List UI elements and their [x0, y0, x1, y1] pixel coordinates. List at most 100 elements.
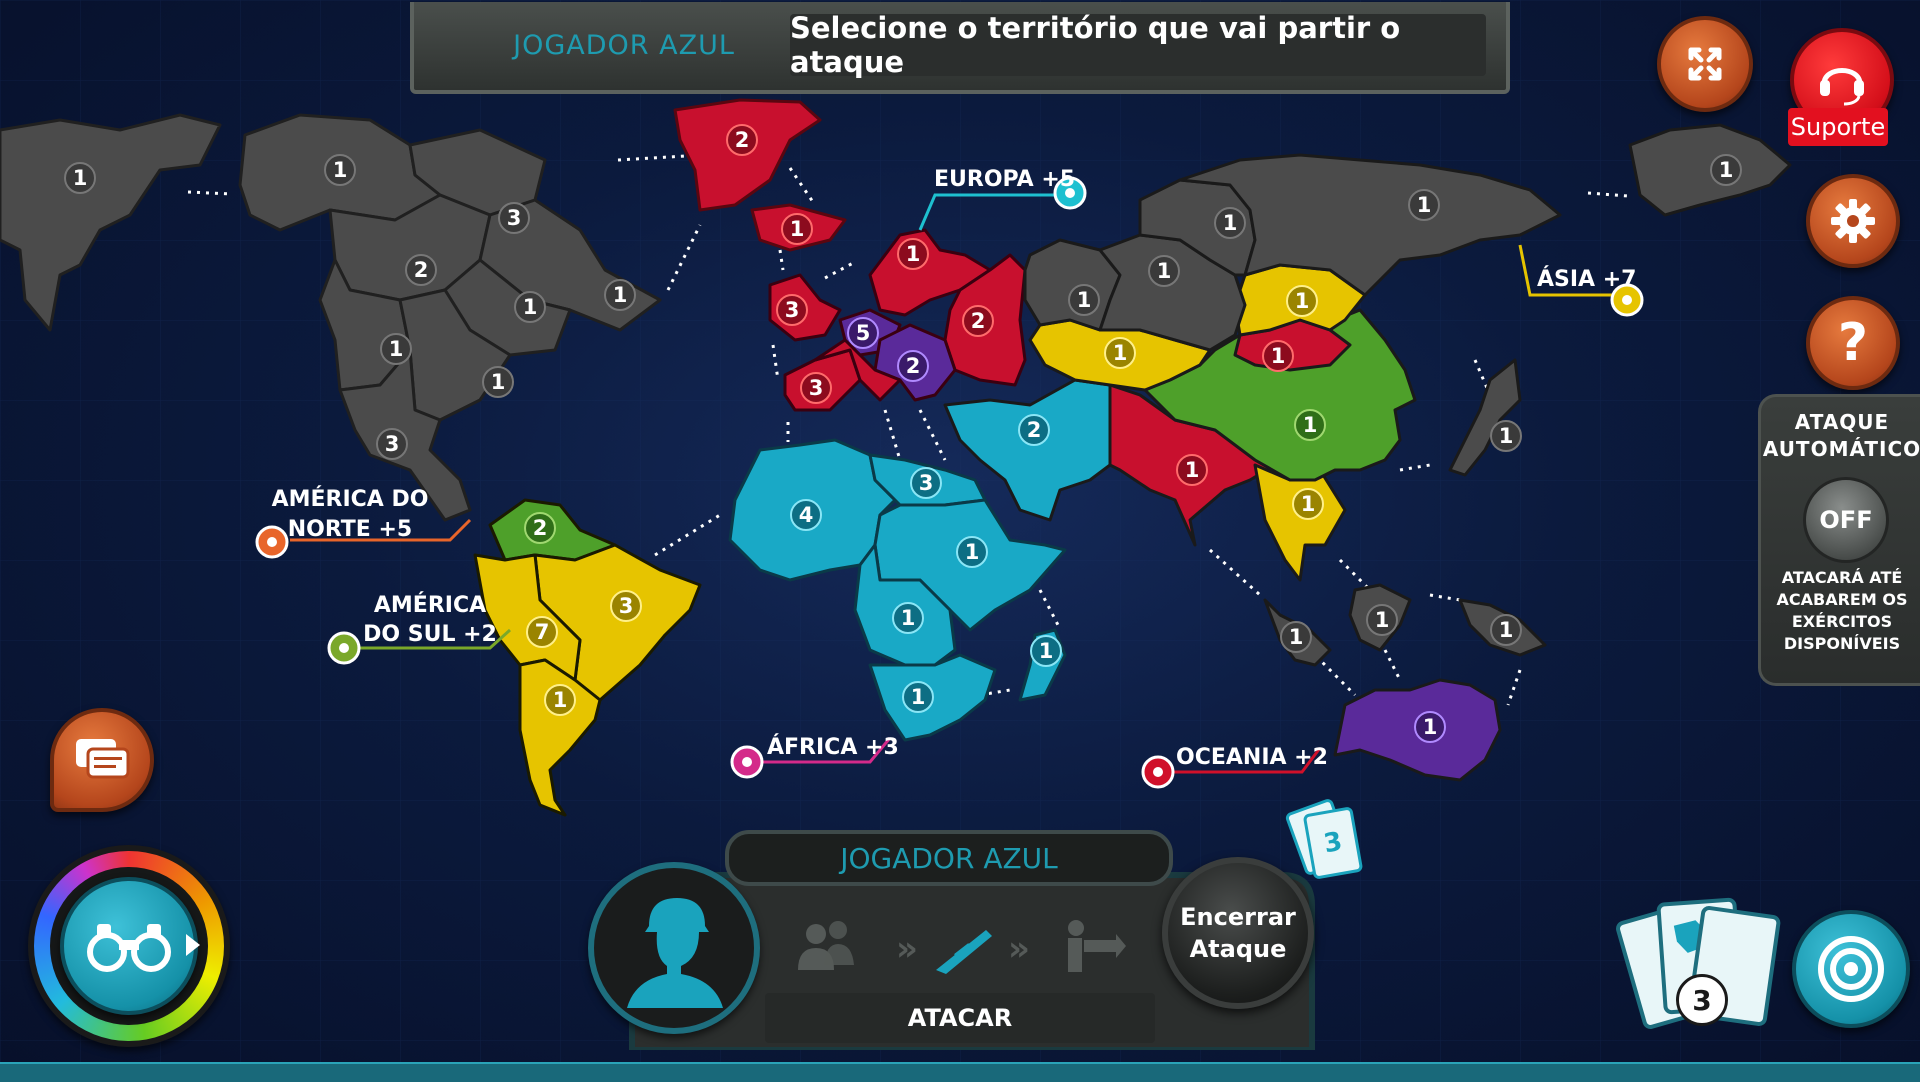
end-attack-button[interactable]: Encerrar Ataque: [1162, 857, 1314, 1009]
fullscreen-icon: [1688, 47, 1722, 81]
army-ontario[interactable]: 2: [405, 254, 437, 286]
army-argentina[interactable]: 1: [544, 684, 576, 716]
army-greenland[interactable]: 2: [726, 124, 758, 156]
army-portugal[interactable]: 3: [800, 372, 832, 404]
svg-text:1: 1: [73, 166, 88, 190]
army-uk[interactable]: 3: [776, 294, 808, 326]
svg-text:2: 2: [735, 128, 750, 152]
question-icon: ?: [1837, 313, 1869, 373]
svg-text:1: 1: [1719, 158, 1734, 182]
svg-text:2: 2: [533, 516, 548, 540]
label-oceania: OCEANIA +2: [1176, 745, 1328, 770]
bottom-status-strip: [0, 1062, 1920, 1082]
svg-text:1: 1: [1113, 341, 1128, 365]
army-quebec[interactable]: 1: [514, 291, 546, 323]
label-europe: EUROPA +5: [934, 167, 1075, 192]
army-peru[interactable]: 7: [526, 616, 558, 648]
svg-text:7: 7: [535, 620, 550, 644]
army-new-guinea[interactable]: 1: [1490, 614, 1522, 646]
svg-text:3: 3: [919, 471, 934, 495]
svg-text:1: 1: [1499, 424, 1514, 448]
label-north-america-1: AMÉRICA DO: [272, 486, 429, 512]
view-selector-inner: [50, 867, 208, 1025]
army-vancouver[interactable]: 1: [380, 333, 412, 365]
army-new-york[interactable]: 1: [482, 366, 514, 398]
cards-count-badge: 3: [1676, 974, 1728, 1026]
auto-attack-toggle[interactable]: OFF: [1803, 477, 1889, 563]
army-middle-east[interactable]: 2: [1018, 414, 1050, 446]
help-button[interactable]: ?: [1806, 296, 1900, 390]
army-sudan[interactable]: 1: [956, 536, 988, 568]
auto-attack-description: ATACARÁ ATÉ ACABAREM OS EXÉRCITOS DISPON…: [1769, 567, 1915, 655]
auto-attack-title-1: ATAQUE: [1794, 410, 1890, 434]
svg-text:1: 1: [1417, 193, 1432, 217]
svg-text:1: 1: [1423, 715, 1438, 739]
army-brazil[interactable]: 3: [610, 590, 642, 622]
view-arrow-icon: [186, 934, 200, 956]
svg-text:1: 1: [491, 370, 506, 394]
army-orient-middle[interactable]: 1: [1104, 337, 1136, 369]
army-sumatra[interactable]: 1: [1280, 621, 1312, 653]
svg-text:3: 3: [619, 594, 634, 618]
army-nw-territory[interactable]: 1: [324, 154, 356, 186]
phase-arrow-icon: »: [896, 929, 918, 969]
army-china[interactable]: 1: [1294, 409, 1326, 441]
army-moscow[interactable]: 2: [962, 305, 994, 337]
end-attack-label-1: Encerrar: [1180, 903, 1296, 931]
support-label[interactable]: Suporte: [1788, 108, 1888, 146]
army-siberia[interactable]: 1: [1408, 189, 1440, 221]
army-borneo[interactable]: 1: [1366, 604, 1398, 636]
auto-attack-desc-4: DISPONÍVEIS: [1783, 634, 1901, 653]
army-venezuela[interactable]: 2: [524, 512, 556, 544]
army-vietnam[interactable]: 1: [1292, 488, 1324, 520]
army-scandinavia[interactable]: 1: [897, 238, 929, 270]
svg-text:1: 1: [1301, 492, 1316, 516]
svg-text:1: 1: [553, 688, 568, 712]
svg-text:1: 1: [1375, 608, 1390, 632]
cards-button[interactable]: 3: [1614, 892, 1782, 1031]
svg-text:1: 1: [1077, 288, 1092, 312]
army-dudinka[interactable]: 1: [1214, 207, 1246, 239]
army-tchita[interactable]: 1: [1286, 285, 1318, 317]
label-north-america-2: NORTE +5: [288, 517, 413, 542]
army-aral[interactable]: 1: [1068, 284, 1100, 316]
objective-button[interactable]: [1792, 910, 1910, 1028]
binoculars-button[interactable]: [60, 877, 198, 1015]
phase-label: ATACAR: [765, 993, 1155, 1043]
army-south-africa[interactable]: 1: [902, 681, 934, 713]
army-madagascar[interactable]: 1: [1030, 635, 1062, 667]
svg-text:3: 3: [385, 432, 400, 456]
army-australia[interactable]: 1: [1414, 711, 1446, 743]
army-congo[interactable]: 1: [892, 602, 924, 634]
army-alaska[interactable]: 1: [64, 162, 96, 194]
svg-text:1: 1: [1157, 259, 1172, 283]
army-algeria[interactable]: 4: [790, 499, 822, 531]
army-california[interactable]: 3: [376, 428, 408, 460]
pending-cards-count: 3: [1302, 806, 1364, 880]
settings-button[interactable]: [1806, 174, 1900, 268]
svg-text:1: 1: [906, 242, 921, 266]
army-japan[interactable]: 1: [1490, 420, 1522, 452]
army-mongolia[interactable]: 1: [1262, 340, 1294, 372]
army-germany[interactable]: 5: [847, 317, 879, 349]
army-egypt[interactable]: 3: [910, 467, 942, 499]
fullscreen-button[interactable]: [1657, 16, 1753, 112]
army-labrador[interactable]: 1: [604, 279, 636, 311]
svg-text:2: 2: [906, 354, 921, 378]
army-alberta[interactable]: 3: [498, 202, 530, 234]
pending-cards-indicator[interactable]: 3: [1284, 797, 1364, 880]
svg-text:1: 1: [901, 606, 916, 630]
svg-text:1: 1: [1185, 458, 1200, 482]
army-poland[interactable]: 2: [897, 350, 929, 382]
svg-text:1: 1: [523, 295, 538, 319]
current-player-label: JOGADOR AZUL: [513, 29, 735, 61]
army-vladivostok[interactable]: 1: [1710, 154, 1742, 186]
army-omsk[interactable]: 1: [1148, 255, 1180, 287]
svg-text:1: 1: [1039, 639, 1054, 663]
soldier-silhouette-icon: [627, 898, 723, 1008]
chat-button[interactable]: [50, 708, 154, 812]
move-troops-icon: [1068, 920, 1126, 972]
army-iceland[interactable]: 1: [781, 213, 813, 245]
chat-icon: [76, 739, 130, 779]
army-india[interactable]: 1: [1176, 454, 1208, 486]
